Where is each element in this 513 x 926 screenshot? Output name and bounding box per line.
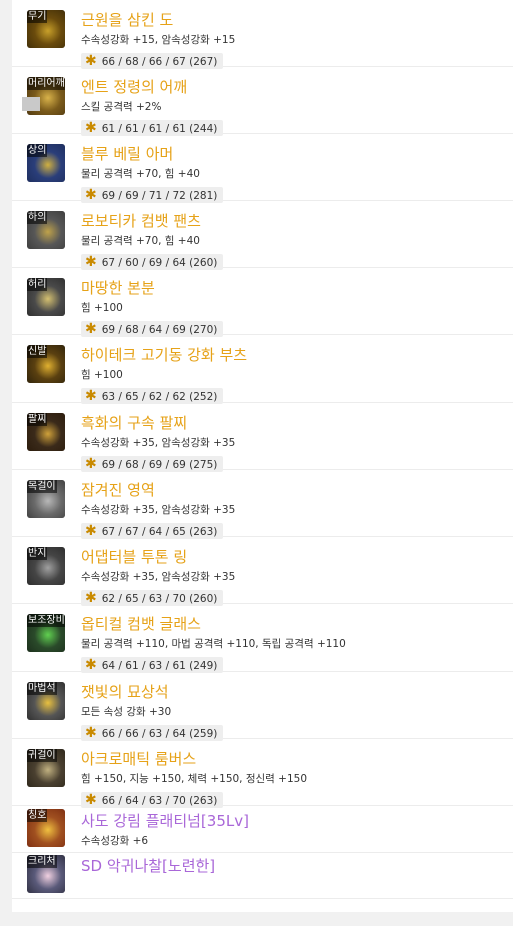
belt-icon[interactable]: 허리 — [27, 278, 65, 316]
reinforce-stats-badge: ✱ 64 / 61 / 63 / 61 (249) — [81, 657, 224, 673]
equipment-row[interactable]: 칭호 사도 강림 플래티넘[35Lv] 수속성강화 +6 — [12, 806, 513, 853]
overlay-badge — [22, 97, 40, 111]
equipment-row[interactable]: 보조장비 옵티컬 컴뱃 글래스물리 공격력 +110, 마법 공격력 +110, … — [12, 604, 513, 673]
equipment-row[interactable]: 귀걸이 아크로매틱 룸버스힘 +150, 지능 +150, 체력 +150, 정신… — [12, 739, 513, 808]
equipment-row[interactable]: 무기 근원을 삼킨 도 수속성강화 +15, 암속성강화 +15 ✱ 66 / 68 /… — [12, 0, 513, 69]
item-name[interactable]: 로보티카 컴뱃 팬츠 — [81, 212, 201, 230]
item-options: 물리 공격력 +70, 힘 +40 — [81, 168, 200, 180]
glasses-icon[interactable]: 보조장비 — [27, 614, 65, 652]
star-icon: ✱ — [85, 657, 97, 673]
slot-label: 상의 — [27, 144, 48, 157]
creature-icon[interactable]: 크리처 — [27, 855, 65, 893]
boots-icon[interactable]: 신발 — [27, 345, 65, 383]
item-name[interactable]: 옵티컬 컴뱃 글래스 — [81, 615, 201, 633]
item-name[interactable]: 잠겨진 영역 — [81, 481, 155, 499]
equipment-row[interactable]: 마법석 잿빛의 묘상석 모든 속성 강화 +30 ✱ 66 / 66 / 63 / 64… — [12, 672, 513, 741]
equipment-row[interactable]: 반지 어댑터블 투톤 링 수속성강화 +35, 암속성강화 +35 ✱ 62 / 65 … — [12, 537, 513, 606]
item-name[interactable]: 엔트 정령의 어깨 — [81, 78, 187, 96]
item-name[interactable]: 사도 강림 플래티넘[35Lv] — [81, 812, 249, 830]
star-icon: ✱ — [85, 388, 97, 404]
magicstone-icon[interactable]: 마법석 — [27, 682, 65, 720]
item-options: 힘 +100 — [81, 302, 123, 314]
slot-label: 팔찌 — [27, 413, 48, 426]
title-icon[interactable]: 칭호 — [27, 809, 65, 847]
item-options: 수속성강화 +15, 암속성강화 +15 — [81, 34, 236, 46]
item-options: 수속성강화 +35, 암속성강화 +35 — [81, 571, 236, 583]
item-options: 수속성강화 +35, 암속성강화 +35 — [81, 437, 236, 449]
item-name[interactable]: 블루 베릴 아머 — [81, 145, 173, 163]
item-name[interactable]: 흑화의 구속 팔찌 — [81, 414, 187, 432]
item-name[interactable]: SD 악귀나찰[노련한] — [81, 857, 215, 875]
item-name[interactable]: 어댑터블 투톤 링 — [81, 548, 187, 566]
item-name[interactable]: 잿빛의 묘상석 — [81, 683, 169, 701]
reinforce-stats-badge: ✱ 63 / 65 / 62 / 62 (252) — [81, 388, 224, 404]
equipment-row[interactable]: 상의 블루 베릴 아머 물리 공격력 +70, 힘 +40 ✱ 69 / 69 / 71… — [12, 134, 513, 203]
slot-label: 크리처 — [27, 855, 57, 868]
slot-label: 허리 — [27, 278, 48, 291]
item-name[interactable]: 근원을 삼킨 도 — [81, 11, 173, 29]
bracelet-icon[interactable]: 팔찌 — [27, 413, 65, 451]
item-options: 모든 속성 강화 +30 — [81, 706, 172, 718]
item-options: 힘 +100 — [81, 369, 123, 381]
stats-text: 64 / 61 / 63 / 61 (249) — [101, 660, 218, 672]
earring-icon[interactable]: 귀걸이 — [27, 749, 65, 787]
item-options: 물리 공격력 +110, 마법 공격력 +110, 독립 공격력 +110 — [81, 638, 346, 650]
slot-label: 무기 — [27, 10, 48, 23]
item-options: 스킬 공격력 +2% — [81, 101, 162, 113]
equipment-row[interactable]: 팔찌 흑화의 구속 팔찌 수속성강화 +35, 암속성강화 +35 ✱ 69 / 68 … — [12, 403, 513, 472]
pants-icon[interactable]: 하의 — [27, 211, 65, 249]
slot-label: 신발 — [27, 345, 48, 358]
necklace-icon[interactable]: 목걸이 — [27, 480, 65, 518]
slot-label: 머리어깨 — [27, 77, 65, 90]
equipment-row[interactable]: 신발 하이테크 고기동 강화 부츠힘 +100 ✱ 63 / 65 / 62 / 62… — [12, 335, 513, 404]
item-options: 수속성강화 +6 — [81, 835, 149, 847]
item-options: 수속성강화 +35, 암속성강화 +35 — [81, 504, 236, 516]
item-options: 힘 +150, 지능 +150, 체력 +150, 정신력 +150 — [81, 773, 308, 785]
equipment-row[interactable]: 허리 마땅한 본분 힘 +100 ✱ 69 / 68 / 64 / 69 (270) — [12, 268, 513, 337]
armor-icon[interactable]: 상의 — [27, 144, 65, 182]
slot-label: 하의 — [27, 211, 48, 224]
item-name[interactable]: 아크로매틱 룸버스 — [81, 750, 196, 768]
slot-label: 칭호 — [27, 809, 48, 822]
item-name[interactable]: 마땅한 본분 — [81, 279, 155, 297]
slot-label: 귀걸이 — [27, 749, 57, 762]
slot-label: 보조장비 — [27, 614, 65, 627]
equipment-list: 무기 근원을 삼킨 도 수속성강화 +15, 암속성강화 +15 ✱ 66 / 68 /… — [12, 0, 513, 899]
slot-label: 마법석 — [27, 682, 57, 695]
slot-label: 반지 — [27, 547, 48, 560]
slot-label: 목걸이 — [27, 480, 57, 493]
stats-text: 63 / 65 / 62 / 62 (252) — [101, 391, 218, 403]
item-options: 물리 공격력 +70, 힘 +40 — [81, 235, 200, 247]
equipment-row[interactable]: 머리어깨 엔트 정령의 어깨 스킬 공격력 +2% ✱ 61 / 61 / 61 / 6… — [12, 67, 513, 136]
item-name[interactable]: 하이테크 고기동 강화 부츠 — [81, 346, 247, 364]
equipment-row[interactable]: 하의 로보티카 컴뱃 팬츠 물리 공격력 +70, 힘 +40 ✱ 67 / 60 / … — [12, 201, 513, 270]
equipment-row[interactable]: 크리처 SD 악귀나찰[노련한] — [12, 853, 513, 899]
ring-icon[interactable]: 반지 — [27, 547, 65, 585]
equipment-row[interactable]: 목걸이 잠겨진 영역 수속성강화 +35, 암속성강화 +35 ✱ 67 / 67 / … — [12, 470, 513, 539]
weapon-icon[interactable]: 무기 — [27, 10, 65, 48]
